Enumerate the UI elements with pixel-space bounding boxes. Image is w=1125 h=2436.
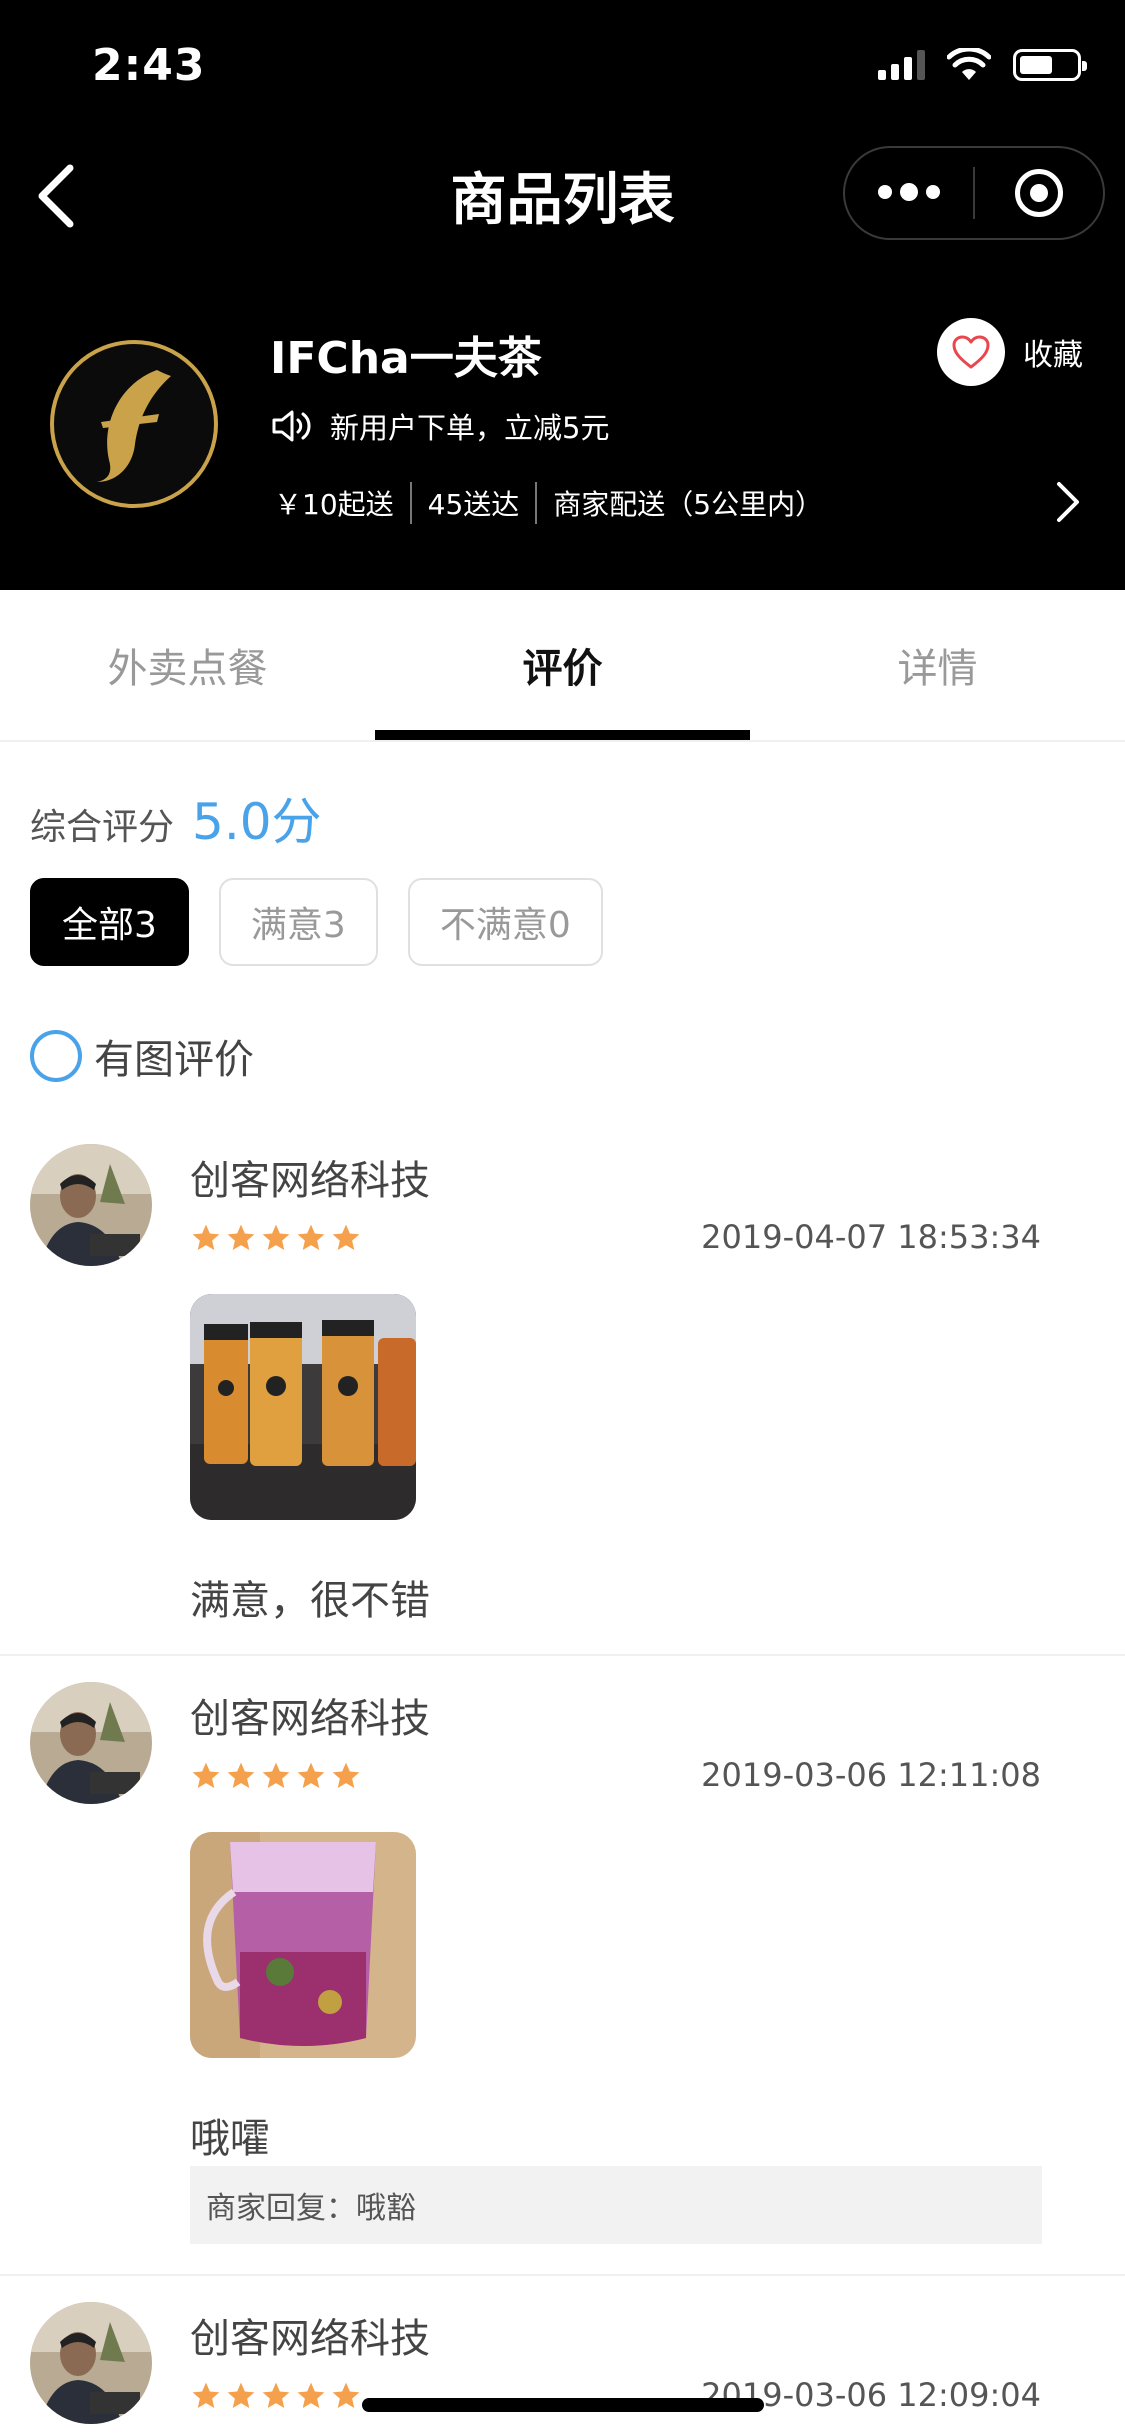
star-icon [332, 1762, 360, 1788]
star-rating [190, 1760, 362, 1792]
star-icon [192, 1224, 220, 1250]
review-item: 创客网络科技 2019-04-07 18:53:34 满意，很不错 [0, 1120, 1125, 1656]
target-icon [1014, 169, 1063, 217]
star-icon [227, 1224, 255, 1250]
star-icon [192, 1762, 220, 1788]
heart-icon [952, 335, 990, 369]
star-icon [227, 1762, 255, 1788]
min-order: ￥10起送 [274, 488, 394, 521]
more-button[interactable] [845, 148, 973, 238]
merchant-reply: 商家回复：哦豁 [190, 2166, 1042, 2244]
shop-logo [50, 340, 218, 508]
leaf-logo-icon [97, 370, 171, 482]
cellular-signal-icon [878, 50, 925, 80]
delivery-time: 45送达 [427, 488, 520, 521]
speaker-icon [272, 410, 311, 442]
review-photo[interactable] [190, 1294, 416, 1520]
star-icon [262, 2382, 290, 2408]
tab-details[interactable]: 详情 [750, 590, 1125, 740]
favorite-circle [937, 318, 1005, 386]
review-text: 哦嚯 [190, 2116, 270, 2162]
delivery-separator [409, 482, 412, 524]
review-text: 满意，很不错 [190, 1578, 430, 1624]
delivery-info: ￥10起送 45送达 商家配送（5公里内） [274, 482, 823, 524]
star-rating [190, 1222, 362, 1254]
favorite-label: 收藏 [1023, 338, 1083, 373]
avatar [30, 1682, 152, 1804]
star-rating [190, 2380, 362, 2412]
chevron-right-icon [1057, 482, 1079, 522]
shop-detail-button[interactable] [1055, 480, 1081, 528]
shop-name: IFCha一夫茶 [270, 333, 542, 384]
shop-promo: 新用户下单，立减5元 [270, 405, 609, 447]
more-dots-icon [878, 183, 940, 201]
tab-bar: 外卖点餐 评价 详情 [0, 590, 1125, 742]
status-icons [878, 48, 1087, 82]
star-icon [192, 2382, 220, 2408]
with-pictures-toggle[interactable]: 有图评价 [30, 1027, 254, 1085]
header: 2:43 商品列表 IFCha一夫茶 新用户下单，立减5元 ￥10起送 45送达… [0, 0, 1125, 590]
review-user: 创客网络科技 [190, 1158, 430, 1204]
star-icon [297, 1762, 325, 1788]
rating-summary: 综合评分 5.0分 [30, 782, 322, 854]
delivery-mode: 商家配送（5公里内） [553, 488, 824, 521]
star-icon [297, 2382, 325, 2408]
review-time: 2019-03-06 12:11:08 [701, 1756, 1041, 1794]
star-icon [227, 2382, 255, 2408]
review-item: 创客网络科技 2019-03-06 12:09:04 [0, 2278, 1125, 2436]
delivery-separator [535, 482, 538, 524]
star-icon [262, 1224, 290, 1250]
star-icon [332, 2382, 360, 2408]
battery-icon [1013, 49, 1087, 81]
mini-program-capsule [843, 146, 1105, 240]
radio-circle-icon [30, 1030, 82, 1082]
review-user: 创客网络科技 [190, 2316, 430, 2362]
review-photo[interactable] [190, 1832, 416, 2058]
filter-all[interactable]: 全部3 [30, 878, 189, 966]
filter-satisfied[interactable]: 满意3 [218, 878, 378, 966]
review-user: 创客网络科技 [190, 1696, 430, 1742]
promo-text: 新用户下单，立减5元 [330, 411, 610, 445]
status-time: 2:43 [92, 40, 206, 91]
tab-order[interactable]: 外卖点餐 [0, 590, 375, 740]
avatar [30, 1144, 152, 1266]
wifi-icon [947, 48, 991, 80]
avatar [30, 2302, 152, 2424]
filter-unsatisfied[interactable]: 不满意0 [407, 878, 603, 966]
star-icon [332, 1224, 360, 1250]
review-time: 2019-04-07 18:53:34 [701, 1218, 1041, 1256]
home-indicator[interactable] [362, 2398, 764, 2412]
rating-label: 综合评分 [30, 807, 175, 848]
favorite-button[interactable]: 收藏 [937, 318, 1083, 386]
close-mini-program-button[interactable] [975, 148, 1103, 238]
review-item: 创客网络科技 2019-03-06 12:11:08 哦嚯 商家回复：哦豁 [0, 1658, 1125, 2276]
rating-score: 5.0分 [192, 793, 322, 851]
with-pictures-label: 有图评价 [94, 1037, 254, 1083]
star-icon [262, 1762, 290, 1788]
review-filters: 全部3 满意3 不满意0 [30, 878, 603, 966]
tab-reviews[interactable]: 评价 [375, 590, 750, 740]
star-icon [297, 1224, 325, 1250]
